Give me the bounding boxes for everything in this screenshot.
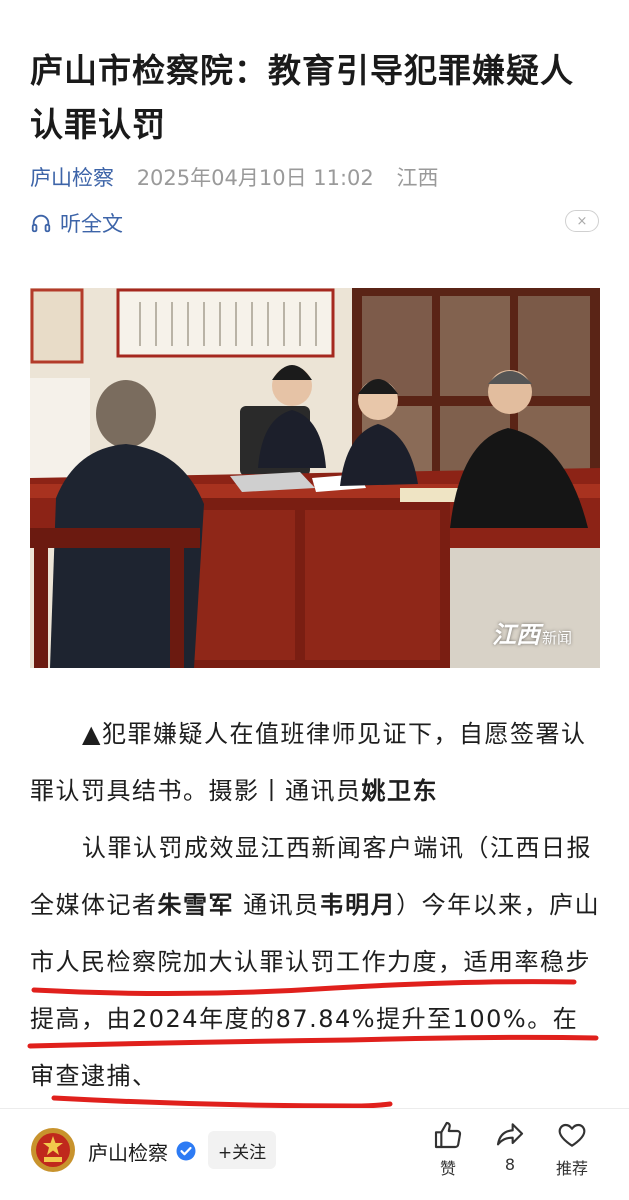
photo-caption: ▲犯罪嫌疑人在值班律师见证下，自愿签署认罪认罚具结书。摄影丨通讯员姚卫东 — [30, 706, 602, 820]
paragraph-text-b: 通讯员 — [234, 891, 320, 919]
watermark-suffix: 新闻 — [541, 629, 572, 647]
article-paragraph: 认罪认罚成效显江西新闻客户端讯（江西日报全媒体记者朱雪军 通讯员韦明月）今年以来… — [30, 820, 602, 1105]
share-count: 8 — [504, 1155, 516, 1174]
caption-text: ▲犯罪嫌疑人在值班律师见证下，自愿签署认罪认罚具结书。摄影丨通讯员 — [30, 720, 587, 805]
article-photo: 江西 新闻 — [30, 288, 600, 668]
watermark-mark: 江西 — [491, 620, 540, 649]
region-label: 江西 — [396, 166, 439, 190]
share-arrow-icon — [480, 1119, 540, 1151]
follow-button[interactable]: +关注 — [208, 1131, 276, 1169]
headphones-icon — [30, 212, 52, 234]
like-button[interactable]: 赞 — [418, 1119, 478, 1179]
photo-watermark: 江西 新闻 — [492, 615, 572, 650]
listen-label: 听全文 — [60, 212, 123, 236]
article-meta: 庐山检察 2025年04月10日 11:02 江西 — [30, 163, 438, 193]
thumbs-up-icon — [418, 1119, 478, 1151]
close-button[interactable]: × — [565, 210, 599, 232]
recommend-button[interactable]: 推荐 — [542, 1119, 602, 1179]
publish-date: 2025年04月10日 11:02 — [136, 166, 374, 190]
paragraph-text-c: ）今年以来，庐山市人民检察院加大认罪认罚工作力度，适用率稳步提高，由2024年度… — [30, 891, 601, 1090]
account-name[interactable]: 庐山检察 — [88, 1137, 168, 1166]
listen-full-text-button[interactable]: 听全文 — [30, 208, 123, 238]
correspondent-name: 韦明月 — [319, 891, 397, 919]
verified-badge-icon — [176, 1141, 196, 1161]
recommend-label: 推荐 — [555, 1159, 588, 1178]
photographer-name: 姚卫东 — [361, 777, 438, 805]
source-link[interactable]: 庐山检察 — [30, 166, 114, 190]
reporter-name: 朱雪军 — [157, 891, 234, 919]
like-label: 赞 — [439, 1159, 456, 1178]
bottom-action-bar: 庐山检察 +关注 赞 8 推荐 — [0, 1108, 629, 1200]
article-title: 庐山市检察院：教育引导犯罪嫌疑人认罪认罚 — [30, 51, 574, 144]
share-button[interactable]: 8 — [480, 1119, 540, 1174]
procuratorate-emblem-icon[interactable] — [30, 1127, 76, 1173]
heart-icon — [542, 1119, 602, 1151]
